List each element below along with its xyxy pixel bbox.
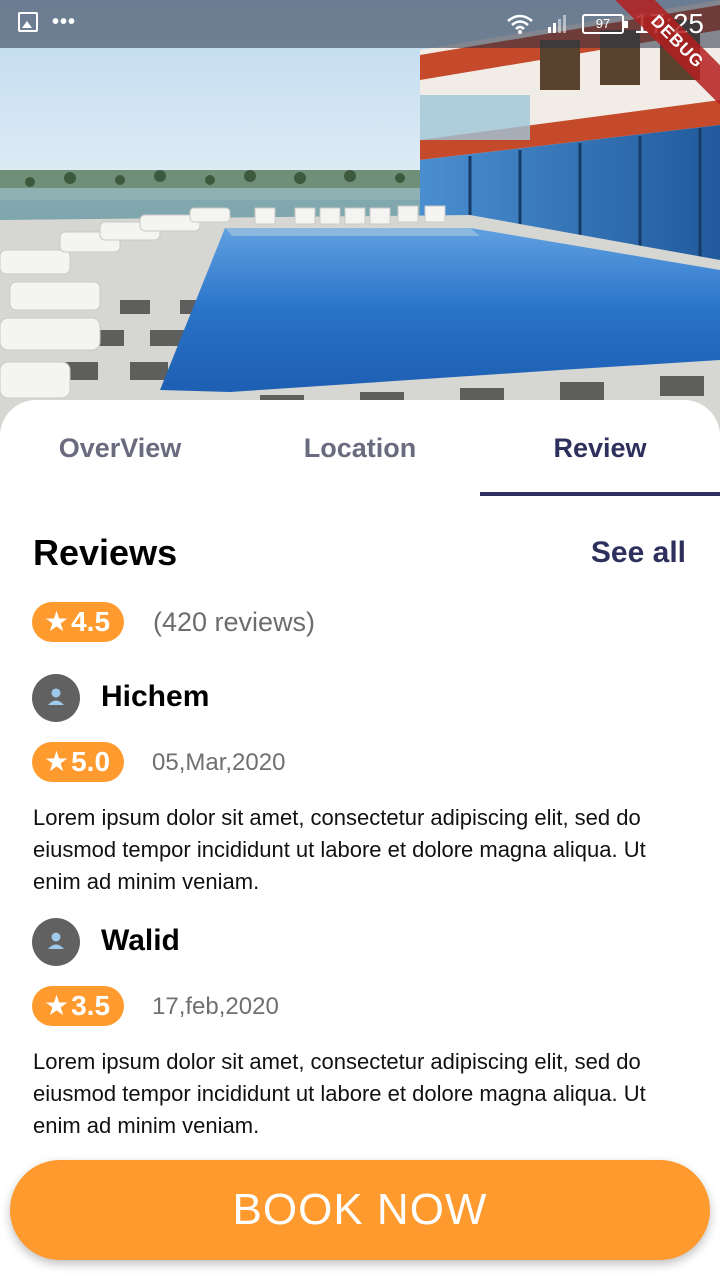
- review-text: Lorem ipsum dolor sit amet, consectetur …: [33, 805, 646, 894]
- signal-icon: [547, 15, 566, 33]
- avatar: [32, 918, 80, 966]
- review-rating-badge: ★ 3.5: [32, 986, 125, 1026]
- review-rating-value: 3.5: [71, 990, 111, 1021]
- overall-rating-value: 4.5: [71, 606, 111, 637]
- book-now-button[interactable]: BOOK NOW: [10, 1160, 710, 1260]
- review-rating-value: 5.0: [71, 746, 111, 777]
- active-tab-indicator: [480, 492, 720, 496]
- review-date: 05,Mar,2020: [152, 749, 286, 776]
- reviewer-name: Walid: [101, 924, 180, 957]
- see-all-link[interactable]: See all: [591, 536, 686, 570]
- hotel-hero-image: [0, 0, 720, 440]
- person-icon: [48, 932, 64, 949]
- battery-icon: 97: [581, 14, 628, 34]
- overall-rating-badge: ★ 4.5: [32, 602, 125, 642]
- reviewer-name: Hichem: [101, 680, 210, 713]
- star-icon: ★: [44, 606, 70, 637]
- person-icon: [48, 688, 64, 705]
- tab-overview[interactable]: OverView: [0, 400, 240, 496]
- review-date: 17,feb,2020: [152, 993, 279, 1020]
- tab-review[interactable]: Review: [480, 400, 720, 496]
- tab-location[interactable]: Location: [240, 400, 480, 496]
- gallery-notification-icon: [18, 12, 38, 32]
- status-bar: ••• 97 17:25: [0, 0, 720, 48]
- wifi-icon: [507, 14, 533, 34]
- review-rating-badge: ★ 5.0: [32, 742, 125, 782]
- review-count: (420 reviews): [153, 607, 316, 637]
- more-notifications-icon: •••: [52, 11, 77, 33]
- hotel-pool-illustration: [0, 0, 720, 440]
- details-card: OverView Location Review Reviews See all…: [0, 400, 720, 1280]
- review-text: Lorem ipsum dolor sit amet, consectetur …: [33, 1049, 646, 1138]
- tab-bar: OverView Location Review: [0, 400, 720, 496]
- star-icon: ★: [44, 990, 70, 1021]
- star-icon: ★: [44, 746, 70, 777]
- avatar: [32, 674, 80, 722]
- reviews-title: Reviews: [33, 532, 178, 573]
